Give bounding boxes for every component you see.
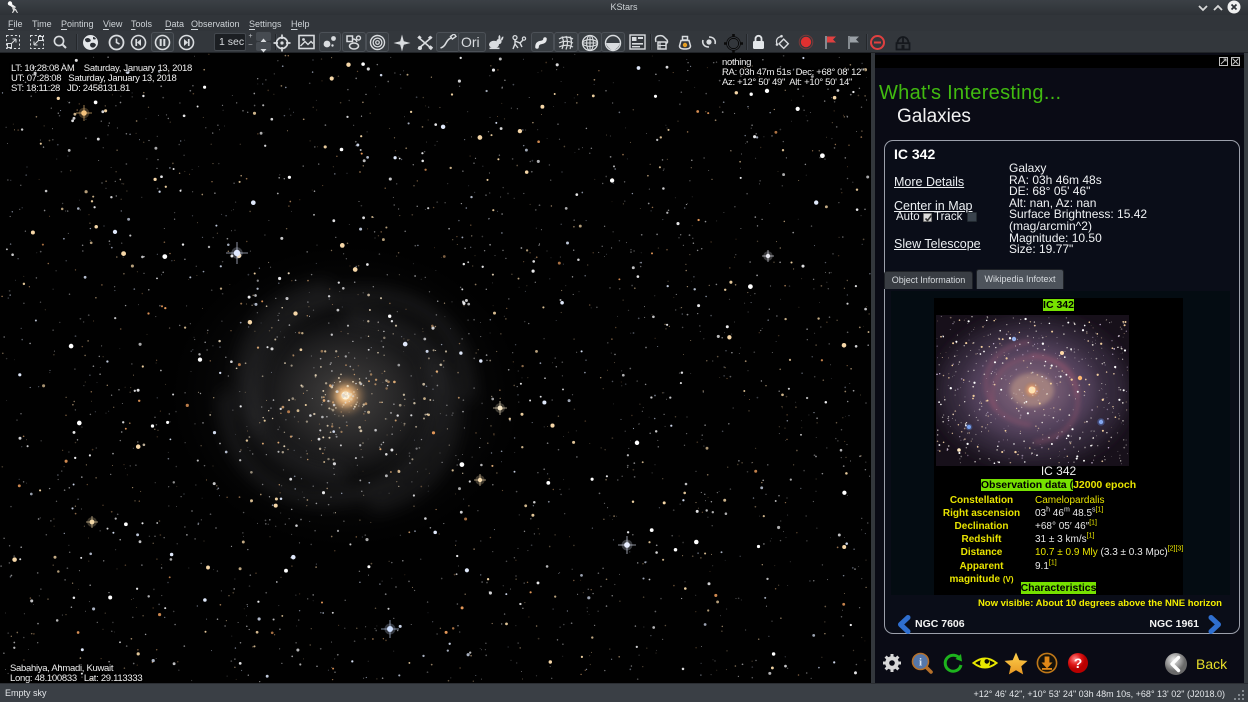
svg-text:Ori: Ori — [461, 34, 480, 50]
svg-text:i: i — [919, 657, 922, 669]
svg-text:?: ? — [1074, 655, 1083, 671]
